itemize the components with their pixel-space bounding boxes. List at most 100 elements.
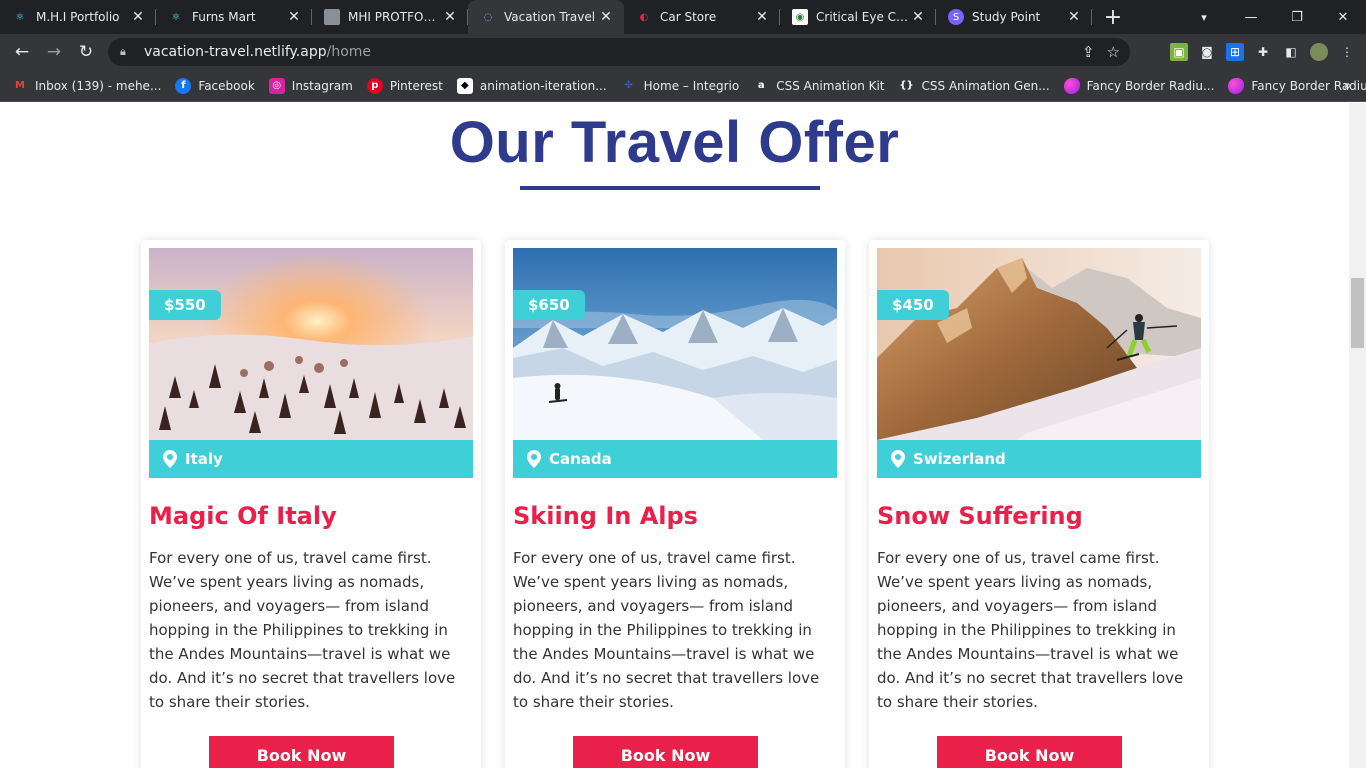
study-point-icon: S — [948, 9, 964, 25]
side-panel-icon[interactable]: ◧ — [1282, 43, 1300, 61]
restore-button[interactable]: ❐ — [1274, 0, 1320, 34]
close-icon[interactable]: ✕ — [598, 9, 614, 25]
bookmark-star-icon[interactable]: ☆ — [1107, 43, 1120, 61]
integrio-icon: ✣ — [624, 80, 633, 91]
loading-icon: ◌ — [483, 11, 493, 23]
page-scrollbar[interactable] — [1349, 103, 1366, 768]
bookmark-label: CSS Animation Gen... — [921, 78, 1050, 93]
book-now-button[interactable]: Book Now — [209, 736, 394, 768]
extension-green-icon[interactable]: ▣ — [1170, 43, 1188, 61]
bookmark-css-animation-gen[interactable]: {} CSS Animation Gen... — [899, 78, 1050, 94]
tab-title: Car Store — [660, 10, 717, 24]
bookmark-inbox[interactable]: M Inbox (139) - mehe... — [12, 78, 161, 94]
card-description: For every one of us, travel came first. … — [877, 549, 1184, 711]
tab-critical-eye-care[interactable]: ◉ Critical Eye Care ✕ — [780, 0, 936, 34]
react-icon: ⚛ — [15, 11, 25, 23]
book-now-button[interactable]: Book Now — [573, 736, 758, 768]
lock-icon: 🔒︎ — [120, 45, 126, 58]
heading-underline — [520, 186, 820, 190]
bookmark-label: CSS Animation Kit — [776, 78, 885, 93]
tab-vacation-travel[interactable]: ◌ Vacation Travel ✕ — [468, 0, 624, 34]
bookmark-label: Instagram — [291, 78, 353, 93]
location-label: Italy — [185, 450, 223, 468]
location-label: Canada — [549, 450, 612, 468]
extensions-puzzle-icon[interactable]: ✚ — [1254, 43, 1272, 61]
minimize-button[interactable]: — — [1228, 0, 1274, 34]
price-badge: $550 — [149, 290, 221, 320]
map-pin-icon — [891, 450, 905, 468]
close-icon[interactable]: ✕ — [910, 9, 926, 25]
new-tab-button[interactable]: + — [1096, 0, 1130, 34]
avatar-icon — [324, 9, 340, 25]
bookmark-label: Home – Integrio — [643, 78, 740, 93]
card-title: Skiing In Alps — [513, 502, 698, 530]
chevron-down-icon[interactable]: ▾ — [1190, 0, 1218, 34]
location-label: Swizerland — [913, 450, 1006, 468]
bookmarks-bar: M Inbox (139) - mehe... f Facebook ◎ Instag… — [0, 70, 1366, 102]
tab-study-point[interactable]: S Study Point ✕ — [936, 0, 1092, 34]
css-kit-icon: a — [757, 80, 765, 91]
forward-button[interactable]: → — [38, 36, 70, 68]
scrollbar-thumb[interactable] — [1351, 278, 1364, 348]
facebook-icon: f — [175, 77, 192, 94]
bookmark-fancy-border-1[interactable]: Fancy Border Radiu... — [1063, 77, 1215, 94]
book-now-button[interactable]: Book Now — [937, 736, 1122, 768]
bookmark-pinterest[interactable]: p Pinterest — [366, 77, 443, 94]
toolbar: ← → ↻ 🔒︎ vacation-travel.netlify.app/hom… — [0, 34, 1366, 70]
close-window-button[interactable]: ✕ — [1320, 0, 1366, 34]
map-pin-icon — [163, 450, 177, 468]
menu-icon[interactable]: ⋮ — [1338, 43, 1356, 61]
tab-car-store[interactable]: ◐ Car Store ✕ — [624, 0, 780, 34]
location-bar: Italy — [149, 440, 473, 478]
close-icon[interactable]: ✕ — [442, 9, 458, 25]
price-badge: $450 — [877, 290, 949, 320]
tab-title: Study Point — [972, 10, 1041, 24]
more-bookmarks-icon[interactable]: » — [1343, 70, 1352, 102]
tab-title: Furns Mart — [192, 10, 256, 24]
back-button[interactable]: ← — [6, 36, 38, 68]
braces-icon: {} — [899, 80, 914, 91]
offer-card-italy: $550 Italy Magic Of Italy For every one … — [141, 240, 481, 768]
bookmark-animation-iteration[interactable]: ◆ animation-iteration... — [456, 77, 607, 94]
url-host: vacation-travel.netlify.app — [144, 44, 327, 60]
tab-furns-mart[interactable]: ⚛ Furns Mart ✕ — [156, 0, 312, 34]
close-icon[interactable]: ✕ — [754, 9, 770, 25]
blob-icon — [1063, 77, 1080, 94]
bookmark-label: Pinterest — [389, 78, 443, 93]
bookmark-label: Inbox (139) - mehe... — [35, 78, 162, 93]
card-title: Snow Suffering — [877, 502, 1083, 530]
codepen-icon: ◆ — [456, 77, 473, 94]
close-icon[interactable]: ✕ — [130, 9, 146, 25]
map-pin-icon — [527, 450, 541, 468]
location-bar: Canada — [513, 440, 837, 478]
bookmark-facebook[interactable]: f Facebook — [175, 77, 255, 94]
offer-card-canada: $650 Canada Skiing In Alps For every one… — [505, 240, 845, 768]
bookmark-integrio[interactable]: ✣ Home – Integrio — [621, 78, 740, 94]
share-icon[interactable]: ⇪ — [1082, 43, 1095, 61]
bookmark-label: Facebook — [198, 78, 255, 93]
blob-icon — [1228, 77, 1245, 94]
bookmark-css-animation-kit[interactable]: a CSS Animation Kit — [753, 78, 885, 94]
extension-blue-icon[interactable]: ⊞ — [1226, 43, 1244, 61]
address-bar[interactable]: 🔒︎ vacation-travel.netlify.app/home ⇪ ☆ — [108, 38, 1130, 66]
tab-strip: ⚛ M.H.I Portfolio ✕ ⚛ Furns Mart ✕ MHI P… — [0, 0, 1366, 34]
url-path: /home — [326, 44, 372, 60]
tab-title: MHI PROTFOLIO — [348, 10, 442, 24]
profile-avatar[interactable] — [1310, 43, 1328, 61]
reload-button[interactable]: ↻ — [70, 36, 102, 68]
tab-mhi-protfolio[interactable]: MHI PROTFOLIO ✕ — [312, 0, 468, 34]
eye-care-icon: ◉ — [792, 9, 808, 25]
location-bar: Swizerland — [877, 440, 1201, 478]
price-badge: $650 — [513, 290, 585, 320]
url-text: vacation-travel.netlify.app/home — [144, 44, 371, 60]
close-icon[interactable]: ✕ — [286, 9, 302, 25]
tab-mhi-portfolio[interactable]: ⚛ M.H.I Portfolio ✕ — [0, 0, 156, 34]
close-icon[interactable]: ✕ — [1066, 9, 1082, 25]
tab-title: M.H.I Portfolio — [36, 10, 120, 24]
react-icon: ⚛ — [171, 11, 181, 23]
bookmark-instagram[interactable]: ◎ Instagram — [268, 77, 353, 94]
card-title: Magic Of Italy — [149, 502, 337, 530]
camera-icon[interactable]: ◙ — [1198, 43, 1216, 61]
tab-title: Vacation Travel — [504, 10, 596, 24]
bookmark-label: Fancy Border Radiu... — [1086, 78, 1215, 93]
